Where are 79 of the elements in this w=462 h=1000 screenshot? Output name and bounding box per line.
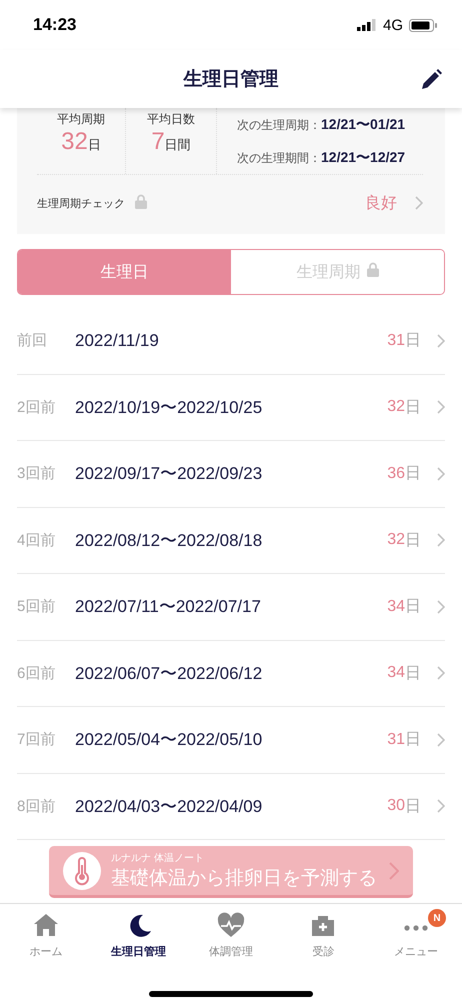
- forecast-value: 12/21〜12/27: [321, 148, 406, 164]
- history-row[interactable]: 2回前 2022/10/19〜2022/10/25 32日: [17, 374, 445, 441]
- lock-icon: [366, 262, 378, 277]
- battery-icon: [409, 18, 437, 32]
- history-row[interactable]: 前回 2022/11/19 31日: [17, 308, 445, 374]
- banner-caption: ルナルナ 体温ノート: [111, 852, 205, 864]
- period-dates: 2022/11/19: [75, 330, 160, 351]
- tab-item[interactable]: 体調管理: [184, 904, 278, 972]
- cycle-days: 36: [387, 464, 405, 483]
- cycle-ago: 6回前: [17, 664, 56, 683]
- forecast-value: 12/21〜01/21: [321, 116, 406, 132]
- days-unit: 日: [405, 464, 421, 484]
- days-unit: 日: [405, 597, 421, 618]
- days-unit: 日: [405, 331, 421, 352]
- cycle-days: 30: [387, 797, 405, 816]
- history-row[interactable]: 7回前 2022/05/04〜2022/05/10 31日: [17, 707, 445, 774]
- cycle-ago: 5回前: [17, 597, 56, 616]
- days-unit: 日: [405, 796, 421, 817]
- history-row[interactable]: 6回前 2022/06/07〜2022/06/12 34日: [17, 640, 445, 707]
- stat-label: 平均日数: [147, 111, 195, 128]
- history-row[interactable]: 8回前 2022/04/03〜2022/04/09 30日: [17, 774, 445, 840]
- lock-icon: [135, 194, 147, 209]
- tab-item[interactable]: 受診: [277, 904, 370, 972]
- signal-icon: [356, 19, 377, 31]
- thermometer-icon: [63, 852, 101, 890]
- cycle-days: 32: [387, 531, 405, 550]
- days-unit: 日: [405, 398, 421, 418]
- stat-label: 平均周期: [57, 111, 105, 128]
- cycle-ago: 前回: [17, 331, 48, 350]
- period-dates: 2022/04/03〜2022/04/09: [75, 796, 264, 818]
- cycle-days: 34: [387, 664, 405, 682]
- chevron-icon: [437, 600, 445, 614]
- stat-value: 32: [61, 128, 88, 155]
- cycle-days: 31: [387, 332, 405, 350]
- tab-item[interactable]: 生理日管理: [92, 904, 185, 972]
- cycle-days: 32: [387, 398, 405, 416]
- network-label: 4G: [382, 16, 403, 34]
- history-row[interactable]: 5回前 2022/07/11〜2022/07/17 34日: [17, 574, 445, 640]
- chevron-icon: [437, 533, 445, 548]
- cycle-days: 31: [387, 730, 405, 749]
- period-dates: 2022/09/17〜2022/09/23: [75, 463, 264, 486]
- forecast-label: 次の生理周期：: [237, 118, 321, 132]
- screen-title: 生理日管理: [184, 68, 278, 92]
- heart-icon: [217, 912, 246, 940]
- cycle-ago: 2回前: [17, 398, 56, 417]
- period-dates: 2022/05/04〜2022/05/10: [75, 729, 264, 752]
- cycle-ago: 3回前: [17, 464, 56, 484]
- chevron-icon: [437, 666, 445, 680]
- days-unit: 日: [405, 530, 421, 551]
- history-row[interactable]: 4回前 2022/08/12〜2022/08/18 32日: [17, 508, 445, 574]
- notification-badge: N: [428, 909, 446, 927]
- stat-unit: 日: [88, 137, 101, 152]
- more-icon: [404, 925, 428, 931]
- chevron-icon: [389, 862, 399, 880]
- period-dates: 2022/10/19〜2022/10/25: [75, 396, 264, 419]
- forecast-label: 次の生理期間：: [237, 150, 321, 164]
- check-label: 生理周期チェック: [37, 196, 125, 210]
- tab-item[interactable]: ホーム: [0, 904, 92, 972]
- cycle-ago: 7回前: [17, 730, 56, 750]
- chevron-icon: [437, 799, 445, 814]
- days-unit: 日: [405, 730, 421, 750]
- cycle-ago: 8回前: [17, 796, 56, 816]
- cycle-days: 34: [387, 598, 405, 616]
- chevron-icon: [437, 400, 445, 414]
- stat-value: 7: [151, 128, 165, 155]
- period-dates: 2022/08/12〜2022/08/18: [75, 530, 264, 552]
- pencil-icon[interactable]: [420, 69, 442, 91]
- chevron-icon: [437, 732, 445, 747]
- tab-item[interactable]: N メニュー: [370, 904, 462, 972]
- chevron-icon: [437, 334, 445, 348]
- cycle-ago: 4回前: [17, 530, 56, 550]
- clock-time: 14:23: [33, 15, 76, 35]
- history-row[interactable]: 3回前 2022/09/17〜2022/09/23 36日: [17, 441, 445, 508]
- chevron-icon: [437, 466, 445, 481]
- stat-unit: 日間: [164, 137, 191, 152]
- period-dates: 2022/06/07〜2022/06/12: [75, 662, 264, 685]
- days-unit: 日: [405, 664, 421, 684]
- chevron-icon: [415, 196, 423, 210]
- period-dates: 2022/07/11〜2022/07/17: [75, 596, 262, 618]
